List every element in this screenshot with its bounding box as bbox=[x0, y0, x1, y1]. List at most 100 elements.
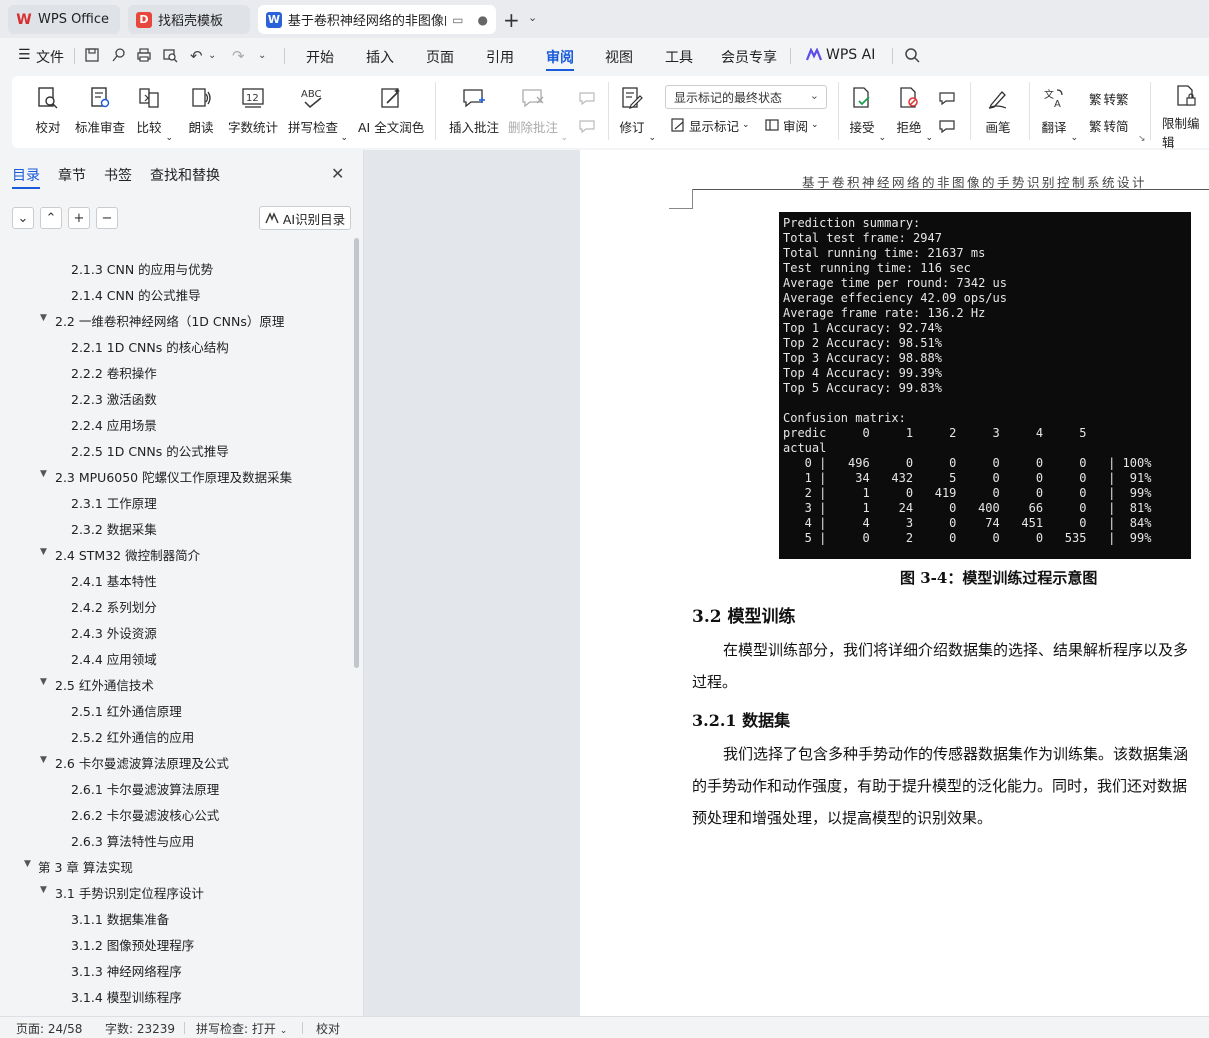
nav-tab-find-replace[interactable]: 查找和替换 bbox=[150, 165, 220, 185]
dialog-launcher-icon[interactable]: ↘ bbox=[1138, 134, 1146, 144]
tab-wps-office[interactable]: W WPS Office bbox=[8, 5, 120, 34]
collapse-button[interactable]: − bbox=[96, 207, 118, 229]
expand-triangle-icon[interactable]: ▼ bbox=[40, 755, 47, 765]
word-count-button[interactable]: 12 字数统计 bbox=[228, 80, 278, 144]
next-revision-icon[interactable] bbox=[938, 116, 959, 136]
menu-insert[interactable]: 插入 bbox=[366, 47, 394, 67]
tab-template[interactable]: D 找稻壳模板 bbox=[128, 5, 250, 34]
toc-item[interactable]: 2.1.4 CNN 的公式推导 bbox=[0, 284, 350, 304]
proofread-status[interactable]: 校对 bbox=[316, 1020, 340, 1037]
menu-file[interactable]: 文件 bbox=[36, 47, 64, 67]
expand-triangle-icon[interactable]: ▼ bbox=[24, 859, 31, 869]
to-simplified-button[interactable]: 繁转简 bbox=[1089, 115, 1129, 135]
menu-wps-ai[interactable]: WPS AI bbox=[826, 47, 875, 63]
expand-triangle-icon[interactable]: ▼ bbox=[40, 547, 47, 557]
previous-comment-icon[interactable] bbox=[578, 88, 599, 108]
page-indicator[interactable]: 页面: 24/58 bbox=[16, 1020, 82, 1037]
undo-icon[interactable]: ↶ bbox=[190, 47, 203, 65]
toc-item[interactable]: 2.2.3 激活函数 bbox=[0, 388, 350, 408]
toc-item[interactable]: 2.5.2 红外通信的应用 bbox=[0, 726, 350, 746]
ai-polish-button[interactable]: AI 全文润色 bbox=[358, 80, 424, 144]
word-count-indicator[interactable]: 字数: 23239 bbox=[105, 1020, 175, 1037]
toc-item[interactable]: 3.1.1 数据集准备 bbox=[0, 908, 350, 928]
menu-page[interactable]: 页面 bbox=[426, 47, 454, 67]
menu-tools[interactable]: 工具 bbox=[665, 47, 693, 67]
expand-triangle-icon[interactable]: ▼ bbox=[40, 313, 47, 323]
nav-tab-toc[interactable]: 目录 bbox=[12, 165, 40, 185]
toc-item[interactable]: 2.2.1 1D CNNs 的核心结构 bbox=[0, 336, 350, 356]
toc-item[interactable]: 3.1.2 图像预处理程序 bbox=[0, 934, 350, 954]
menu-review[interactable]: 审阅 bbox=[546, 47, 574, 67]
standard-review-button[interactable]: 标准审查 bbox=[75, 80, 125, 144]
nav-tab-bookmarks[interactable]: 书签 bbox=[104, 165, 132, 185]
accept-button[interactable]: 接受 ⌄ bbox=[848, 80, 886, 144]
menu-home[interactable]: 开始 bbox=[306, 47, 334, 67]
toc-item[interactable]: 2.3.2 数据采集 bbox=[0, 518, 350, 538]
markup-state-dropdown[interactable]: 显示标记的最终状态 ⌄ bbox=[665, 85, 827, 109]
expand-triangle-icon[interactable]: ▼ bbox=[40, 677, 47, 687]
menu-view[interactable]: 视图 bbox=[605, 47, 633, 67]
expand-triangle-icon[interactable]: ▼ bbox=[40, 885, 47, 895]
toc-item[interactable]: 2.5.1 红外通信原理 bbox=[0, 700, 350, 720]
toc-item[interactable]: 2.3.1 工作原理 bbox=[0, 492, 350, 512]
toc-item[interactable]: 2.2.4 应用场景 bbox=[0, 414, 350, 434]
menu-references[interactable]: 引用 bbox=[486, 47, 514, 67]
toc-item[interactable]: 2.4.4 应用领域 bbox=[0, 648, 350, 668]
search-icon[interactable] bbox=[904, 47, 920, 67]
print-preview-icon[interactable] bbox=[162, 47, 178, 67]
toc-item[interactable]: ▼ 3.1 手势识别定位程序设计 bbox=[0, 882, 350, 902]
review-pane-button[interactable]: 审阅 ⌄ bbox=[764, 115, 819, 135]
save-icon[interactable] bbox=[84, 47, 100, 67]
toc-item[interactable]: 2.4.3 外设资源 bbox=[0, 622, 350, 642]
chevron-down-icon[interactable]: ⌄ bbox=[528, 11, 537, 24]
close-icon[interactable]: ✕ bbox=[331, 164, 344, 183]
show-markup-button[interactable]: 显示标记 ⌄ bbox=[670, 115, 750, 135]
toc-item[interactable]: ▼ 2.4 STM32 微控制器简介 bbox=[0, 544, 350, 564]
toc-item[interactable]: 2.4.2 系列划分 bbox=[0, 596, 350, 616]
toc-item[interactable]: ▼ 2.2 一维卷积神经网络（1D CNNs）原理 bbox=[0, 310, 350, 330]
monitor-icon[interactable]: ▭ bbox=[452, 13, 463, 27]
print-icon[interactable] bbox=[136, 47, 152, 67]
menu-member[interactable]: 会员专享 bbox=[721, 47, 777, 67]
toc-item[interactable]: 2.2.2 卷积操作 bbox=[0, 362, 350, 382]
toc-item[interactable]: 2.2.5 1D CNNs 的公式推导 bbox=[0, 440, 350, 460]
toc-item[interactable]: ▼ 2.5 红外通信技术 bbox=[0, 674, 350, 694]
toc-item[interactable]: 2.4.1 基本特性 bbox=[0, 570, 350, 590]
toc-item[interactable]: 3.1.4 模型训练程序 bbox=[0, 986, 350, 1006]
new-tab-icon[interactable]: + bbox=[503, 8, 520, 32]
unsaved-dot-icon[interactable]: ● bbox=[478, 13, 488, 27]
redo-icon[interactable]: ↷ bbox=[232, 47, 245, 65]
proofread-button[interactable]: 校对 bbox=[34, 80, 62, 144]
delete-comment-button[interactable]: 删除批注 ⌄ bbox=[508, 80, 568, 144]
spell-check-button[interactable]: ABC 拼写检查 ⌄ bbox=[288, 80, 348, 144]
nav-tab-chapters[interactable]: 章节 bbox=[58, 165, 86, 185]
format-painter-icon[interactable] bbox=[110, 47, 126, 67]
next-comment-icon[interactable] bbox=[578, 116, 599, 136]
revise-button[interactable]: 修订 ⌄ bbox=[618, 80, 656, 144]
toc-item[interactable]: 2.6.2 卡尔曼滤波核心公式 bbox=[0, 804, 350, 824]
spell-check-status[interactable]: 拼写检查: 打开 ⌄ bbox=[196, 1020, 287, 1037]
collapse-down-button[interactable]: ⌄ bbox=[12, 207, 34, 229]
more-chevron-icon[interactable]: ⌄ bbox=[258, 50, 266, 61]
toc-item[interactable]: ▼ 第 3 章 算法实现 bbox=[0, 856, 350, 876]
to-traditional-button[interactable]: 繁转繁 bbox=[1089, 88, 1129, 108]
translate-button[interactable]: 文A 翻译 ⌄ bbox=[1040, 80, 1078, 144]
nav-scrollbar[interactable] bbox=[354, 238, 359, 668]
ai-toc-button[interactable]: AI识别目录 bbox=[259, 206, 351, 230]
toc-item[interactable]: ▼ 2.3 MPU6050 陀螺仪工作原理及数据采集 bbox=[0, 466, 350, 486]
toc-item[interactable]: ▼ 2.6 卡尔曼滤波算法原理及公式 bbox=[0, 752, 350, 772]
toc-item[interactable]: 3.1.3 神经网络程序 bbox=[0, 960, 350, 980]
toc-item[interactable]: 2.6.3 算法特性与应用 bbox=[0, 830, 350, 850]
tab-document[interactable]: W 基于卷积神经网络的非图像的 ▭ ● bbox=[258, 5, 496, 34]
collapse-up-button[interactable]: ⌃ bbox=[40, 207, 62, 229]
hamburger-icon[interactable]: ☰ bbox=[18, 47, 31, 63]
restrict-edit-button[interactable]: 限制编辑 bbox=[1162, 80, 1209, 150]
toc-item[interactable]: 2.6.1 卡尔曼滤波算法原理 bbox=[0, 778, 350, 798]
chevron-down-icon[interactable]: ⌄ bbox=[208, 50, 216, 61]
expand-triangle-icon[interactable]: ▼ bbox=[40, 469, 47, 479]
toc-item[interactable]: 2.1.3 CNN 的应用与优势 bbox=[0, 258, 350, 278]
document-page[interactable]: 基于卷积神经网络的非图像的手势识别控制系统设计 Prediction summa… bbox=[580, 150, 1209, 1016]
read-aloud-button[interactable]: 朗读 bbox=[187, 80, 215, 144]
expand-button[interactable]: + bbox=[68, 207, 90, 229]
previous-revision-icon[interactable] bbox=[938, 88, 959, 108]
